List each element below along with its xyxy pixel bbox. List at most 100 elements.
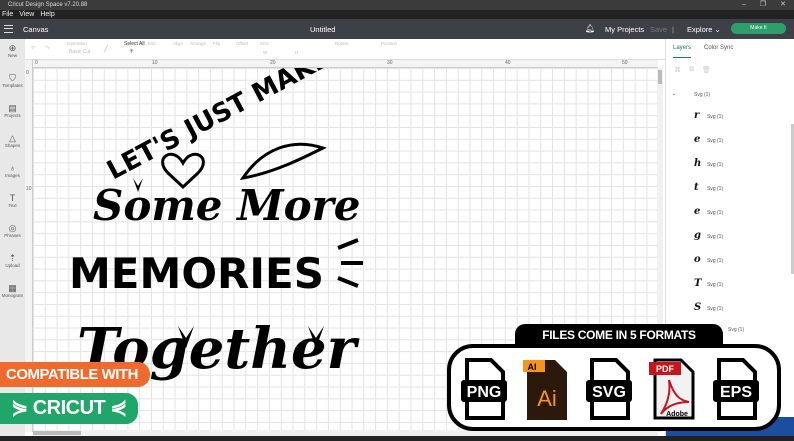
explore-button[interactable]: Explore ⌄ — [687, 25, 721, 34]
menu-file[interactable]: File — [2, 10, 13, 19]
shapes-icon: △ — [9, 133, 16, 143]
sidebar-label: New — [7, 53, 17, 58]
burst-icon: ⋞ — [110, 397, 127, 419]
layer-name: Svg (1) — [694, 92, 711, 98]
align-button[interactable]: Align — [173, 41, 183, 46]
layer-item[interactable]: S Svg (1) — [666, 300, 786, 320]
menu-bar: File View Help — [0, 10, 794, 19]
layer-item[interactable]: T Svg (1) — [666, 276, 786, 296]
ruler-tick: 10 — [26, 186, 32, 192]
png-file-icon: PNG — [461, 358, 507, 420]
chevron-down-icon[interactable]: ⌄ — [672, 91, 676, 97]
window-title: Cricut Design Space v7.20.88 — [8, 2, 88, 8]
pen-icon: ╱ — [104, 47, 108, 53]
duplicate-icon[interactable]: ⧉ — [689, 66, 694, 74]
layer-item[interactable]: e Svg (1) — [666, 204, 786, 224]
svg-text:AI: AI — [528, 362, 537, 372]
compatible-with-banner: COMPATIBLE WITH — [0, 362, 150, 387]
arrange-button[interactable]: Arrange — [190, 41, 206, 46]
formats-title: FILES COME IN 5 FORMATS — [515, 324, 723, 345]
layer-name: Svg (1) — [707, 306, 724, 312]
sidebar-item-shapes[interactable]: △ Shapes — [0, 133, 25, 148]
sidebar-item-text[interactable]: T Text — [0, 193, 25, 208]
layer-name: Svg (1) — [707, 186, 724, 192]
section-title: Canvas — [23, 25, 49, 34]
burst-icon: ⋟ — [11, 397, 28, 419]
position-label: Position — [381, 41, 398, 46]
edit-button[interactable]: Edit — [148, 41, 156, 46]
size-label: Size — [260, 41, 269, 46]
cricut-label: CRICUT — [32, 397, 106, 419]
sidebar-label: Shapes — [4, 143, 21, 148]
undo-icon[interactable]: ↶ — [31, 45, 36, 52]
select-all-icon: ⁜ — [129, 49, 135, 55]
redo-icon[interactable]: ↷ — [45, 45, 50, 52]
menu-view[interactable]: View — [19, 10, 34, 19]
layer-item[interactable]: h Svg (1) — [666, 156, 786, 176]
maximize-button[interactable]: ❐ — [760, 0, 766, 10]
sidebar-item-new[interactable]: ⊕ New — [0, 43, 25, 58]
layer-item[interactable]: t Svg (1) — [666, 180, 786, 200]
offset-button[interactable]: Offset — [236, 41, 248, 46]
tab-layers[interactable]: Layers — [673, 45, 692, 58]
width-input[interactable]: W — [263, 50, 267, 55]
select-all-button[interactable]: Select All — [124, 41, 145, 47]
sidebar-item-projects[interactable]: ▤ Projects — [0, 103, 25, 118]
sidebar-label: Projects — [4, 113, 21, 118]
sidebar-item-upload[interactable]: ⇡ Upload — [0, 253, 25, 268]
ruler-tick: 20 — [270, 60, 276, 66]
layer-group[interactable]: ⌄ Svg (1) — [666, 86, 786, 106]
menu-help[interactable]: Help — [40, 10, 54, 19]
group-icon[interactable]: ⌘ — [674, 66, 681, 74]
flip-button[interactable]: Flip — [213, 41, 220, 46]
sidebar-label: Text — [8, 203, 17, 208]
ruler-tick: 0 — [35, 60, 38, 66]
layer-item[interactable]: o Svg (1) — [666, 252, 786, 272]
sidebar-item-templates[interactable]: ⛉ Templates — [0, 73, 25, 88]
close-button[interactable]: ✕ — [780, 0, 786, 10]
bell-icon[interactable]: 🔔︎ — [585, 24, 595, 33]
sidebar-label: Monogram — [1, 293, 24, 298]
my-projects-button[interactable]: My Projects — [605, 25, 644, 34]
design-line-3: MEMORIES — [69, 249, 324, 298]
sidebar-label: Upload — [5, 263, 20, 268]
upload-icon: ⇡ — [8, 253, 17, 263]
tab-color-sync[interactable]: Color Sync — [704, 45, 733, 51]
layer-thumbnail: e — [694, 206, 701, 217]
sidebar-item-phrases[interactable]: ◎ Phrases — [0, 223, 25, 238]
layer-thumbnail: T — [694, 278, 702, 289]
sidebar-label: Images — [5, 173, 20, 178]
shirt-icon: ⛉ — [9, 73, 16, 83]
eps-file-icon: EPS — [713, 358, 759, 420]
text-icon: T — [9, 193, 16, 203]
sidebar-item-images[interactable]: ♁ Images — [0, 163, 25, 178]
svg-file-icon: SVG — [586, 358, 632, 420]
hamburger-menu-icon[interactable] — [4, 25, 13, 33]
minimize-button[interactable]: – — [742, 0, 746, 10]
save-button[interactable]: Save — [650, 25, 667, 34]
operation-select[interactable]: Basic Cut — [69, 49, 90, 55]
burst-lines-icon — [337, 238, 363, 288]
layer-thumbnail: h — [694, 158, 702, 169]
svg-text:PNG: PNG — [467, 384, 502, 401]
pdf-file-icon: PDF Adobe — [649, 358, 695, 420]
sidebar-label: Templates — [2, 83, 23, 88]
layer-thumbnail: e — [694, 134, 701, 145]
layer-item[interactable]: g Svg (1) — [666, 228, 786, 248]
layer-name: Svg (1) — [707, 114, 724, 120]
feather-icon — [239, 142, 327, 181]
make-it-button[interactable]: Make It — [731, 23, 786, 34]
plus-circle-icon: ⊕ — [8, 43, 17, 53]
design-line-2: Some More — [93, 181, 360, 230]
ruler-tick: 10 — [152, 60, 158, 66]
taskbar — [0, 436, 794, 441]
layer-item[interactable]: e Svg (1) — [666, 132, 786, 152]
sidebar-item-monogram[interactable]: ▦ Monogram — [0, 283, 25, 298]
ruler-tick: 0 — [26, 70, 29, 76]
layer-item[interactable]: r Svg (1) — [666, 108, 786, 128]
height-input[interactable]: H — [295, 50, 298, 55]
svg-text:SVG: SVG — [592, 384, 626, 401]
delete-icon[interactable]: 🗑︎ — [702, 66, 711, 74]
layer-name: Svg (1) — [707, 138, 724, 144]
cricut-banner: ⋟ CRICUT ⋞ — [0, 393, 138, 424]
